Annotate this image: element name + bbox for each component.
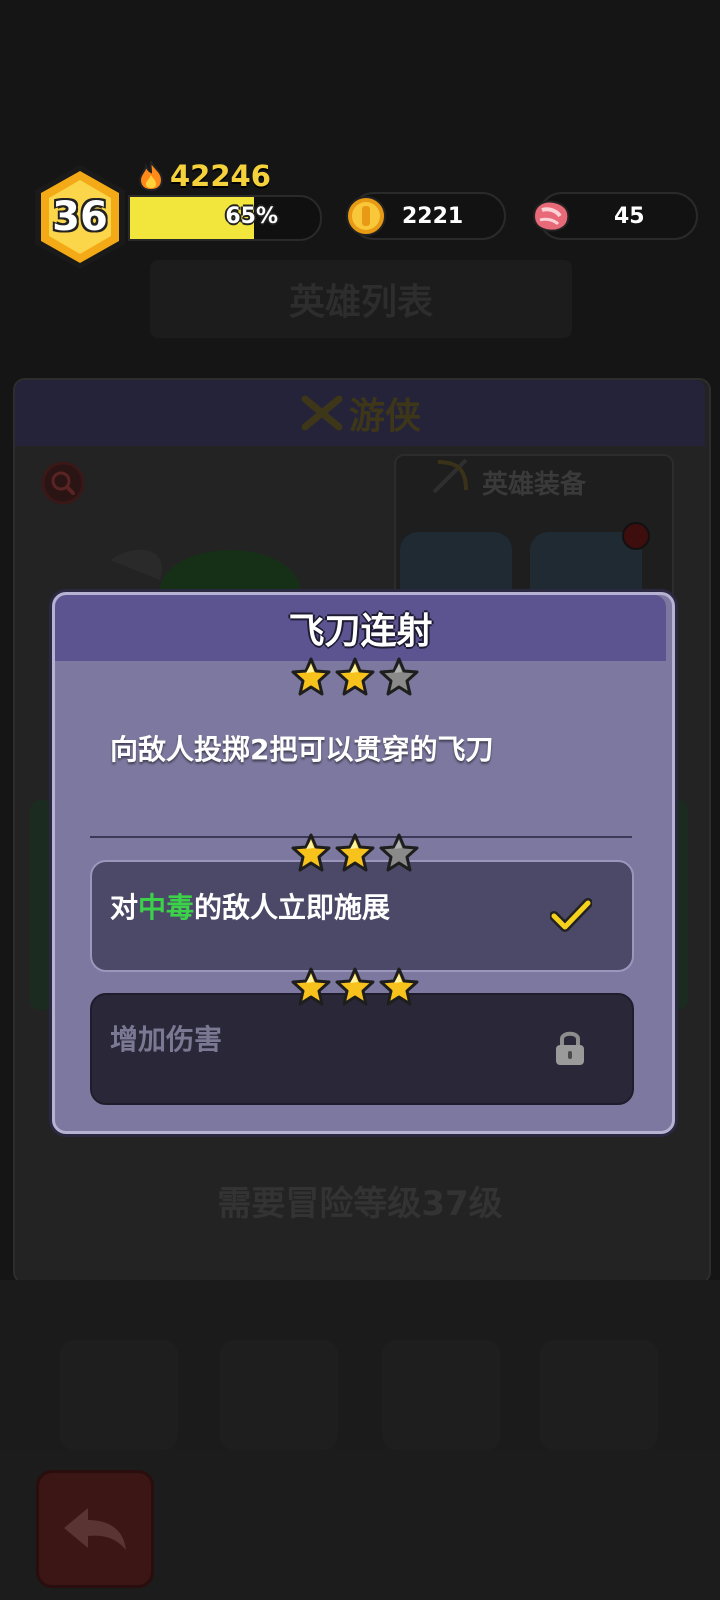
star-filled-icon (291, 967, 331, 1006)
skill-description: 向敌人投掷2把可以贯穿的飞刀 (110, 733, 494, 766)
hero-card[interactable] (220, 1340, 338, 1450)
hero-card[interactable] (382, 1340, 500, 1450)
star-filled-icon (379, 967, 419, 1006)
skill-star-rating (290, 656, 420, 698)
star-filled-icon (335, 657, 375, 696)
hero-card[interactable] (60, 1340, 178, 1450)
search-icon[interactable] (40, 460, 86, 506)
star-filled-icon (335, 967, 375, 1006)
xp-percent: 65% (225, 203, 278, 229)
skill-title: 飞刀连射 (55, 595, 666, 661)
meat-counter[interactable]: 45 (532, 192, 698, 240)
coin-icon (346, 196, 386, 236)
notification-dot (622, 522, 650, 550)
page-title: 英雄列表 (150, 260, 572, 338)
star-empty-icon (379, 657, 419, 696)
option-text-suffix: 的敌人立即施展 (194, 891, 391, 924)
back-button[interactable] (36, 1470, 154, 1588)
star-filled-icon (335, 833, 375, 872)
level-requirement: 需要冒险等级37级 (217, 1183, 503, 1224)
hero-sprite (110, 549, 300, 600)
hero-card[interactable] (540, 1340, 658, 1450)
star-empty-icon (379, 833, 419, 872)
star-filled-icon (291, 657, 331, 696)
lock-icon (556, 1031, 584, 1065)
skill-list-edge-left (30, 800, 54, 1010)
power-display: 42246 (138, 158, 271, 194)
crossed-bones-icon (301, 395, 343, 431)
power-value: 42246 (170, 159, 271, 193)
back-arrow-icon (64, 1508, 126, 1550)
coin-counter[interactable]: 2221 (346, 192, 506, 240)
hero-name: 游侠 (348, 396, 421, 437)
option-text-prefix: 对 (110, 891, 139, 924)
status-poisoned-highlight: 中毒 (138, 891, 195, 924)
star-filled-icon (291, 833, 331, 872)
flame-icon (138, 161, 164, 191)
player-level: 36 (52, 194, 108, 240)
hero-name-header: 游侠 (15, 380, 705, 446)
meat-value: 45 (614, 203, 645, 229)
option-1-stars (290, 832, 420, 874)
upgrade-option-1-text: 对中毒的敌人立即施展 (110, 886, 390, 926)
coin-value: 2221 (402, 203, 464, 229)
option-2-stars (290, 966, 420, 1008)
check-icon (550, 898, 592, 932)
meat-icon (532, 200, 570, 232)
bow-icon (432, 458, 468, 494)
upgrade-option-2-text: 增加伤害 (110, 1023, 223, 1056)
equipment-label: 英雄装备 (482, 469, 587, 500)
